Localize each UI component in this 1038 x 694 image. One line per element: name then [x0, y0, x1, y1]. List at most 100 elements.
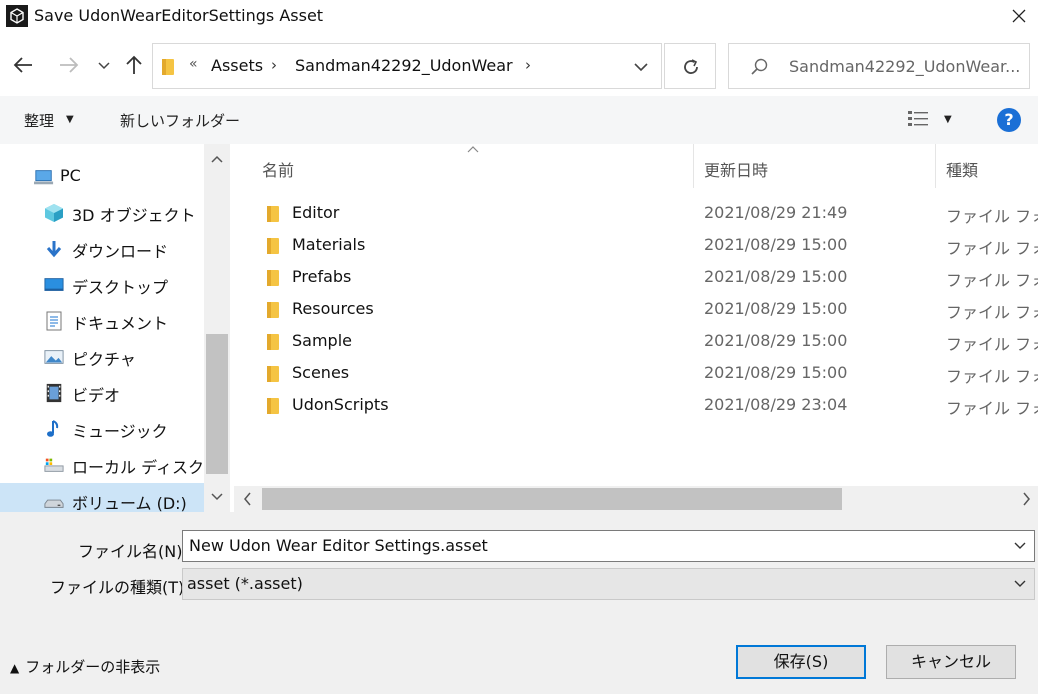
videos-icon [46, 383, 62, 403]
chevron-down-icon[interactable] [1013, 579, 1027, 589]
breadcrumb-assets[interactable]: Assets [211, 56, 263, 75]
nav-item-desktop[interactable]: デスクトップ [0, 267, 204, 301]
search-input[interactable]: Sandman42292_UdonWear... [728, 43, 1030, 89]
file-row[interactable]: UdonScripts 2021/08/29 23:04 ファイル フォルダー [234, 390, 1038, 422]
nav-item-label: 3D オブジェクト [72, 206, 196, 225]
file-date: 2021/08/29 15:00 [704, 363, 848, 382]
file-name: UdonScripts [292, 395, 389, 414]
scrollbar-thumb[interactable] [206, 334, 228, 474]
folder-icon [267, 398, 279, 414]
filetype-select[interactable]: asset (*.asset) [182, 568, 1035, 600]
nav-item-pc[interactable]: PC [0, 159, 204, 193]
navigation-bar: « Assets › Sandman42292_UdonWear › Sandm… [0, 34, 1038, 96]
breadcrumb-separator-icon[interactable]: › [525, 56, 531, 74]
chevron-down-icon[interactable] [1013, 541, 1027, 551]
chevron-up-icon[interactable] [211, 154, 223, 164]
scrollbar-thumb[interactable] [262, 488, 842, 510]
save-dialog: Save UdonWearEditorSettings Asset « Asse… [0, 0, 1038, 694]
file-type: ファイル フォルダー [946, 303, 1038, 322]
organize-button[interactable]: 整理 [24, 110, 54, 131]
recent-locations-button[interactable] [94, 52, 114, 78]
file-row[interactable]: Prefabs 2021/08/29 15:00 ファイル フォルダー [234, 262, 1038, 294]
breadcrumb-current[interactable]: Sandman42292_UdonWear [295, 56, 513, 75]
nav-item-music[interactable]: ミュージック [0, 411, 204, 445]
command-toolbar: 整理 ▼ 新しいフォルダー ▼ ? [0, 96, 1038, 144]
nav-item-label: ピクチャ [72, 350, 136, 369]
refresh-icon [684, 59, 698, 74]
caret-down-icon[interactable]: ▼ [944, 114, 952, 125]
file-type: ファイル フォルダー [946, 399, 1038, 418]
nav-item-label: ボリューム (D:) [72, 494, 187, 512]
column-header-date[interactable]: 更新日時 [704, 157, 768, 181]
chevron-down-icon [98, 62, 110, 70]
breadcrumb-separator-icon[interactable]: › [271, 56, 277, 74]
hide-folders-label: フォルダーの非表示 [25, 658, 161, 676]
column-header-type[interactable]: 種類 [946, 157, 978, 181]
nav-item-downloads[interactable]: ダウンロード [0, 231, 204, 265]
close-button[interactable] [1000, 0, 1038, 34]
search-icon [751, 58, 768, 75]
filename-value[interactable]: New Udon Wear Editor Settings.asset [189, 536, 488, 555]
file-date: 2021/08/29 21:49 [704, 203, 848, 222]
chevron-down-icon[interactable] [631, 56, 651, 76]
file-row[interactable]: Sample 2021/08/29 15:00 ファイル フォルダー [234, 326, 1038, 358]
nav-item-label: ダウンロード [72, 242, 169, 261]
forward-button[interactable] [56, 52, 82, 78]
cancel-button[interactable]: キャンセル [886, 645, 1016, 679]
chevron-down-icon[interactable] [211, 492, 223, 502]
new-folder-button[interactable]: 新しいフォルダー [120, 110, 240, 131]
file-list-scrollbar[interactable] [234, 486, 1038, 512]
file-name: Editor [292, 203, 340, 222]
file-type: ファイル フォルダー [946, 335, 1038, 354]
folder-icon [267, 270, 279, 286]
refresh-button[interactable] [664, 43, 716, 89]
file-date: 2021/08/29 23:04 [704, 395, 848, 414]
nav-item-pictures[interactable]: ピクチャ [0, 339, 204, 373]
music-icon [47, 420, 59, 437]
nav-item-label: ミュージック [72, 422, 168, 441]
file-row[interactable]: Editor 2021/08/29 21:49 ファイル フォルダー [234, 198, 1038, 230]
nav-item-label: ドキュメント [72, 314, 169, 333]
chevron-left-icon[interactable] [242, 492, 252, 506]
downloads-icon [46, 241, 62, 258]
breadcrumb-overflow[interactable]: « [189, 56, 198, 72]
local-disk-icon [44, 458, 64, 472]
file-type: ファイル フォルダー [946, 207, 1038, 226]
search-placeholder: Sandman42292_UdonWear... [789, 57, 1021, 76]
file-name: Materials [292, 235, 366, 254]
nav-item-local-disk[interactable]: ローカル ディスク (C [0, 447, 204, 481]
folder-icon [267, 302, 279, 318]
up-button[interactable] [122, 52, 146, 78]
nav-item-documents[interactable]: ドキュメント [0, 303, 204, 337]
column-divider[interactable] [935, 144, 936, 188]
nav-item-videos[interactable]: ビデオ [0, 375, 204, 409]
hide-folders-toggle[interactable]: ▲ フォルダーの非表示 [10, 656, 160, 677]
filename-label: ファイル名(N): [78, 542, 188, 561]
column-header-name[interactable]: 名前 [262, 157, 294, 181]
nav-pane-scrollbar[interactable] [204, 144, 230, 512]
help-button[interactable]: ? [997, 108, 1021, 132]
title-bar: Save UdonWearEditorSettings Asset [0, 0, 1038, 34]
nav-item-3d-objects[interactable]: 3D オブジェクト [0, 195, 204, 229]
desktop-icon [44, 278, 64, 291]
documents-icon [46, 311, 62, 331]
folder-icon [162, 59, 174, 75]
file-type: ファイル フォルダー [946, 271, 1038, 290]
file-row[interactable]: Scenes 2021/08/29 15:00 ファイル フォルダー [234, 358, 1038, 390]
file-row[interactable]: Resources 2021/08/29 15:00 ファイル フォルダー [234, 294, 1038, 326]
back-button[interactable] [10, 52, 36, 78]
arrow-left-icon [13, 57, 32, 73]
file-date: 2021/08/29 15:00 [704, 331, 848, 350]
file-date: 2021/08/29 15:00 [704, 267, 848, 286]
nav-item-volume-d[interactable]: ボリューム (D:) [0, 483, 204, 512]
save-button[interactable]: 保存(S) [736, 645, 866, 679]
address-bar[interactable]: « Assets › Sandman42292_UdonWear › [152, 43, 662, 89]
column-divider[interactable] [693, 144, 694, 188]
view-options-icon[interactable] [906, 108, 932, 130]
folder-icon [267, 238, 279, 254]
chevron-right-icon[interactable] [1022, 492, 1032, 506]
pictures-icon [44, 350, 64, 364]
caret-down-icon[interactable]: ▼ [66, 114, 74, 125]
file-row[interactable]: Materials 2021/08/29 15:00 ファイル フォルダー [234, 230, 1038, 262]
filename-field[interactable]: New Udon Wear Editor Settings.asset [182, 530, 1035, 562]
